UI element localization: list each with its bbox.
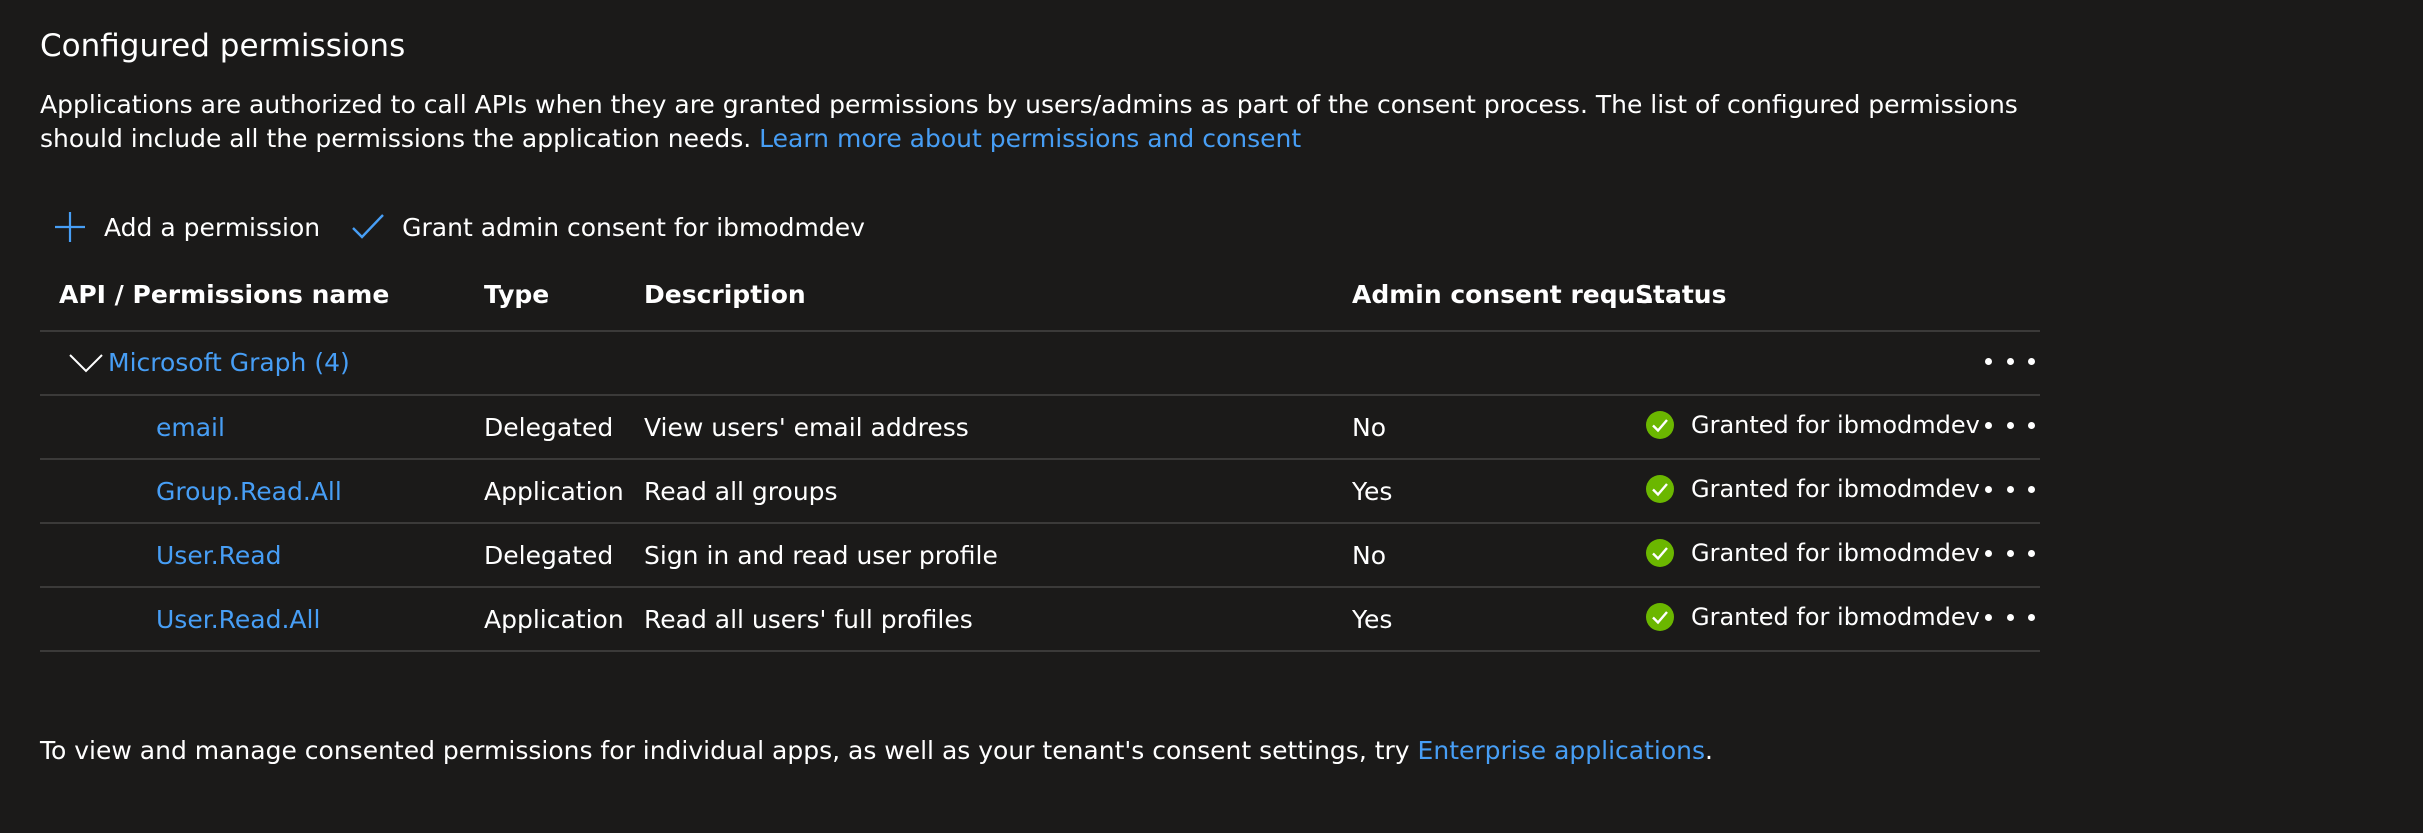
column-header-type[interactable]: Type	[484, 280, 549, 309]
admin-consent-required: No	[1352, 413, 1386, 442]
admin-consent-required: Yes	[1352, 477, 1393, 506]
status-text: Granted for ibmodmdev	[1691, 539, 1980, 567]
table-row: Group.Read.All Application Read all grou…	[40, 460, 2040, 524]
more-ellipsis-icon[interactable]	[1985, 602, 2035, 632]
column-header-status[interactable]: Status	[1635, 280, 1726, 309]
column-header-admin-consent[interactable]: Admin consent requ...	[1352, 280, 1664, 309]
admin-consent-required: Yes	[1352, 605, 1393, 634]
more-ellipsis-icon[interactable]	[1985, 410, 2035, 440]
permission-type: Application	[484, 605, 624, 634]
column-header-description[interactable]: Description	[644, 280, 806, 309]
status-text: Granted for ibmodmdev	[1691, 411, 1980, 439]
permission-name-link[interactable]: Group.Read.All	[156, 477, 342, 506]
status-badge: Granted for ibmodmdev	[1645, 410, 1980, 440]
success-check-icon	[1646, 603, 1674, 631]
table-row: email Delegated View users' email addres…	[40, 396, 2040, 460]
permission-name-link[interactable]: User.Read.All	[156, 605, 320, 634]
permission-type: Application	[484, 477, 624, 506]
add-permission-button[interactable]: Add a permission	[52, 209, 320, 245]
checkmark-icon	[352, 214, 385, 239]
api-group-link[interactable]: Microsoft Graph (4)	[108, 348, 350, 377]
more-ellipsis-icon[interactable]	[1985, 346, 2035, 376]
permissions-toolbar: Add a permission Grant admin consent for…	[52, 204, 895, 250]
permissions-table: API / Permissions name Type Description …	[40, 262, 2040, 652]
table-row: User.Read Delegated Sign in and read use…	[40, 524, 2040, 588]
permission-type: Delegated	[484, 413, 614, 442]
permission-name-link[interactable]: User.Read	[156, 541, 281, 570]
status-badge: Granted for ibmodmdev	[1645, 538, 1980, 568]
api-group-row: Microsoft Graph (4)	[40, 332, 2040, 396]
footer-text: To view and manage consented permissions…	[40, 736, 1418, 765]
success-check-icon	[1646, 539, 1674, 567]
permission-description: View users' email address	[644, 413, 969, 442]
add-permission-label: Add a permission	[104, 212, 321, 242]
configured-permissions-page: Configured permissions Applications are …	[0, 0, 2423, 833]
status-badge: Granted for ibmodmdev	[1645, 602, 1980, 632]
permission-description: Read all users' full profiles	[644, 605, 973, 634]
table-header: API / Permissions name Type Description …	[40, 262, 2040, 332]
plus-icon	[55, 212, 85, 242]
footer-end: .	[1705, 736, 1713, 765]
section-description: Applications are authorized to call APIs…	[40, 88, 2040, 156]
permission-name-link[interactable]: email	[156, 413, 225, 442]
permission-description: Read all groups	[644, 477, 838, 506]
more-ellipsis-icon[interactable]	[1985, 474, 2035, 504]
chevron-down-icon[interactable]	[68, 352, 104, 374]
grant-admin-consent-button[interactable]: Grant admin consent for ibmodmdev	[350, 209, 865, 245]
learn-more-link[interactable]: Learn more about permissions and consent	[759, 124, 1301, 153]
success-check-icon	[1646, 411, 1674, 439]
permission-description: Sign in and read user profile	[644, 541, 998, 570]
enterprise-applications-link[interactable]: Enterprise applications	[1418, 736, 1705, 765]
footer-note: To view and manage consented permissions…	[40, 736, 1713, 765]
column-header-name[interactable]: API / Permissions name	[59, 280, 389, 309]
permission-type: Delegated	[484, 541, 614, 570]
status-badge: Granted for ibmodmdev	[1645, 474, 1980, 504]
more-ellipsis-icon[interactable]	[1985, 538, 2035, 568]
section-title: Configured permissions	[40, 28, 406, 64]
table-row: User.Read.All Application Read all users…	[40, 588, 2040, 652]
status-text: Granted for ibmodmdev	[1691, 603, 1980, 631]
status-text: Granted for ibmodmdev	[1691, 475, 1980, 503]
admin-consent-required: No	[1352, 541, 1386, 570]
success-check-icon	[1646, 475, 1674, 503]
grant-admin-consent-label: Grant admin consent for ibmodmdev	[402, 212, 865, 242]
